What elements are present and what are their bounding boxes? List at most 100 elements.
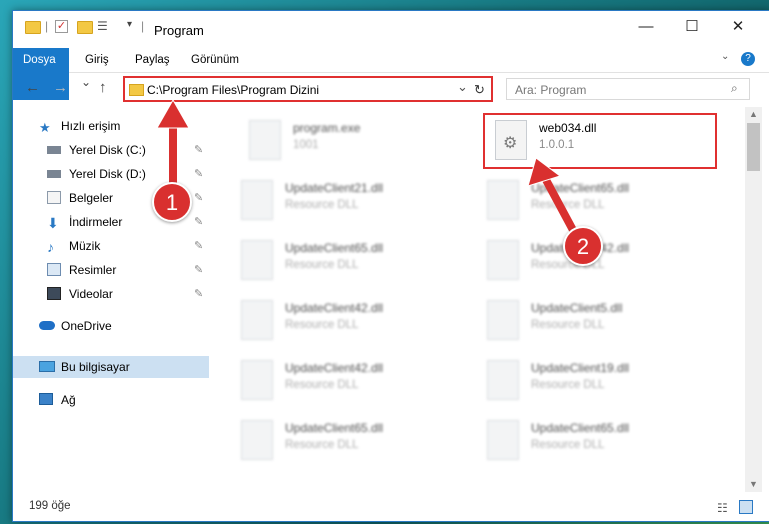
search-placeholder[interactable]: Ara: Program [515, 83, 586, 97]
scroll-down-icon[interactable]: ▼ [749, 479, 758, 489]
sidebar-item-music[interactable]: ♪ Müzik ✎ [13, 235, 209, 257]
file-item[interactable]: UpdateClient65.dll Resource DLL [235, 235, 475, 287]
pin-icon[interactable]: ✎ [194, 163, 203, 185]
pin-icon[interactable]: ✎ [194, 211, 203, 233]
sidebar-item-label: Hızlı erişim [61, 119, 121, 133]
sidebar-item-local-disk-c[interactable]: Yerel Disk (C:) ✎ [13, 139, 209, 161]
callout-badge-2: 2 [563, 226, 603, 266]
file-explorer-window: | ✓ ☰ ▾ | Program — ☐ ✕ Dosya Giriş Payl… [12, 10, 769, 522]
dll-gear-icon [487, 360, 519, 400]
pin-icon[interactable]: ✎ [194, 187, 203, 209]
folder-icon [25, 21, 41, 34]
quick-access-dropdown-icon[interactable]: ▾ [127, 19, 132, 35]
chevron-down-icon[interactable]: ⌄ [721, 51, 729, 62]
file-highlight-box [483, 113, 717, 169]
sidebar-item-videos[interactable]: Videolar ✎ [13, 283, 209, 305]
file-item[interactable]: UpdateClient42.dll Resource DLL [235, 355, 475, 407]
sidebar-item-label: Müzik [69, 239, 101, 253]
tab-home[interactable]: Giriş [75, 48, 119, 72]
sidebar-item-label: Bu bilgisayar [61, 360, 130, 374]
file-description: Resource DLL [531, 319, 605, 331]
new-folder-icon[interactable] [77, 21, 93, 34]
file-item[interactable]: UpdateClient42.dll Resource DLL [235, 295, 475, 347]
address-path[interactable]: C:\Program Files\Program Dizini [147, 83, 319, 97]
navigation-bar: ← → ⌄ ↑ C:\Program Files\Program Dizini … [13, 73, 769, 105]
file-item[interactable]: UpdateClient19.dll Resource DLL [481, 355, 721, 407]
file-version: 1001 [293, 139, 319, 151]
sidebar-item-pictures[interactable]: Resimler ✎ [13, 259, 209, 281]
file-name: UpdateClient65.dll [531, 181, 630, 195]
address-bar[interactable]: C:\Program Files\Program Dizini ⌄ [123, 76, 493, 102]
dll-gear-icon [241, 420, 273, 460]
ribbon-tabs: Dosya Giriş Paylaş Görünüm ⌄ ? [13, 48, 769, 100]
navigation-pane: ★ Hızlı erişim Yerel Disk (C:) ✎ Yerel D… [13, 107, 209, 492]
vertical-scrollbar[interactable]: ▲ ▼ [745, 107, 762, 492]
minimize-button[interactable]: — [623, 11, 669, 43]
file-name: program.exe [293, 121, 361, 135]
file-description: Resource DLL [531, 439, 605, 451]
refresh-button[interactable]: ↻ [474, 82, 485, 98]
pin-icon[interactable]: ✎ [194, 139, 203, 161]
tab-share[interactable]: Paylaş [125, 48, 180, 72]
file-item[interactable]: UpdateClient65.dll Resource DLL [235, 415, 475, 467]
details-view-icon[interactable]: ☷ [717, 501, 728, 515]
pin-icon[interactable]: ✎ [194, 235, 203, 257]
title-bar: | ✓ ☰ ▾ | Program — ☐ ✕ [13, 11, 769, 47]
file-description: Resource DLL [531, 199, 605, 211]
window-title: Program [154, 23, 204, 38]
search-icon[interactable]: ⌕ [731, 81, 738, 96]
help-icon[interactable]: ? [741, 52, 755, 66]
maximize-button[interactable]: ☐ [669, 11, 715, 43]
file-item[interactable]: UpdateClient65.dll Resource DLL [481, 175, 721, 227]
search-box[interactable]: Ara: Program ⌕ [506, 78, 750, 100]
file-item[interactable]: UpdateClient65.dll Resource DLL [481, 415, 721, 467]
file-item[interactable]: program.exe 1001 [243, 115, 483, 167]
file-item[interactable]: UpdateClient5.dll Resource DLL [481, 295, 721, 347]
sidebar-item-quick-access[interactable]: ★ Hızlı erişim [13, 115, 209, 137]
file-name: UpdateClient21.dll [285, 181, 384, 195]
close-button[interactable]: ✕ [715, 11, 761, 43]
folder-icon [129, 84, 144, 96]
star-icon: ★ [39, 120, 51, 135]
scroll-up-icon[interactable]: ▲ [749, 109, 758, 119]
file-name: UpdateClient42.dll [285, 301, 384, 315]
file-description: Resource DLL [285, 199, 359, 211]
status-bar: 199 öğe ☷ [13, 496, 769, 520]
file-description: Resource DLL [285, 319, 359, 331]
separator: | [141, 19, 145, 33]
computer-icon [39, 361, 55, 372]
customize-icon[interactable]: ☰ [97, 19, 108, 35]
sidebar-item-local-disk-d[interactable]: Yerel Disk (D:) ✎ [13, 163, 209, 185]
file-name: UpdateClient65.dll [285, 421, 384, 435]
sidebar-item-label: Yerel Disk (C:) [69, 143, 146, 157]
network-icon [39, 393, 53, 405]
file-item[interactable]: UpdateClient21.dll Resource DLL [235, 175, 475, 227]
scrollbar-thumb[interactable] [747, 123, 760, 171]
item-count: 199 öğe [29, 500, 71, 512]
large-icons-view-icon[interactable] [739, 500, 753, 514]
back-button[interactable]: ← [25, 79, 40, 96]
sidebar-item-this-pc[interactable]: Bu bilgisayar [13, 356, 209, 378]
file-name: UpdateClient65.dll [531, 421, 630, 435]
up-button[interactable]: ↑ [99, 79, 107, 96]
dll-gear-icon [241, 240, 273, 280]
drive-icon [47, 146, 61, 154]
sidebar-item-label: Yerel Disk (D:) [69, 167, 146, 181]
sidebar-item-label: İndirmeler [69, 215, 123, 229]
pictures-icon [47, 263, 61, 276]
music-icon: ♪ [47, 239, 54, 255]
documents-icon [47, 191, 61, 204]
recent-locations-icon[interactable]: ⌄ [81, 75, 91, 89]
sidebar-item-network[interactable]: Ağ [13, 389, 209, 411]
pin-icon[interactable]: ✎ [194, 259, 203, 281]
pin-icon[interactable]: ✎ [194, 283, 203, 305]
sidebar-item-label: Videolar [69, 287, 113, 301]
forward-button[interactable]: → [53, 79, 68, 96]
dll-gear-icon [241, 300, 273, 340]
dll-gear-icon [487, 420, 519, 460]
tab-view[interactable]: Görünüm [181, 48, 249, 72]
properties-icon[interactable]: ✓ [55, 20, 68, 33]
sidebar-item-onedrive[interactable]: OneDrive [13, 315, 209, 337]
cloud-icon [39, 321, 55, 330]
address-dropdown-icon[interactable]: ⌄ [457, 79, 468, 95]
